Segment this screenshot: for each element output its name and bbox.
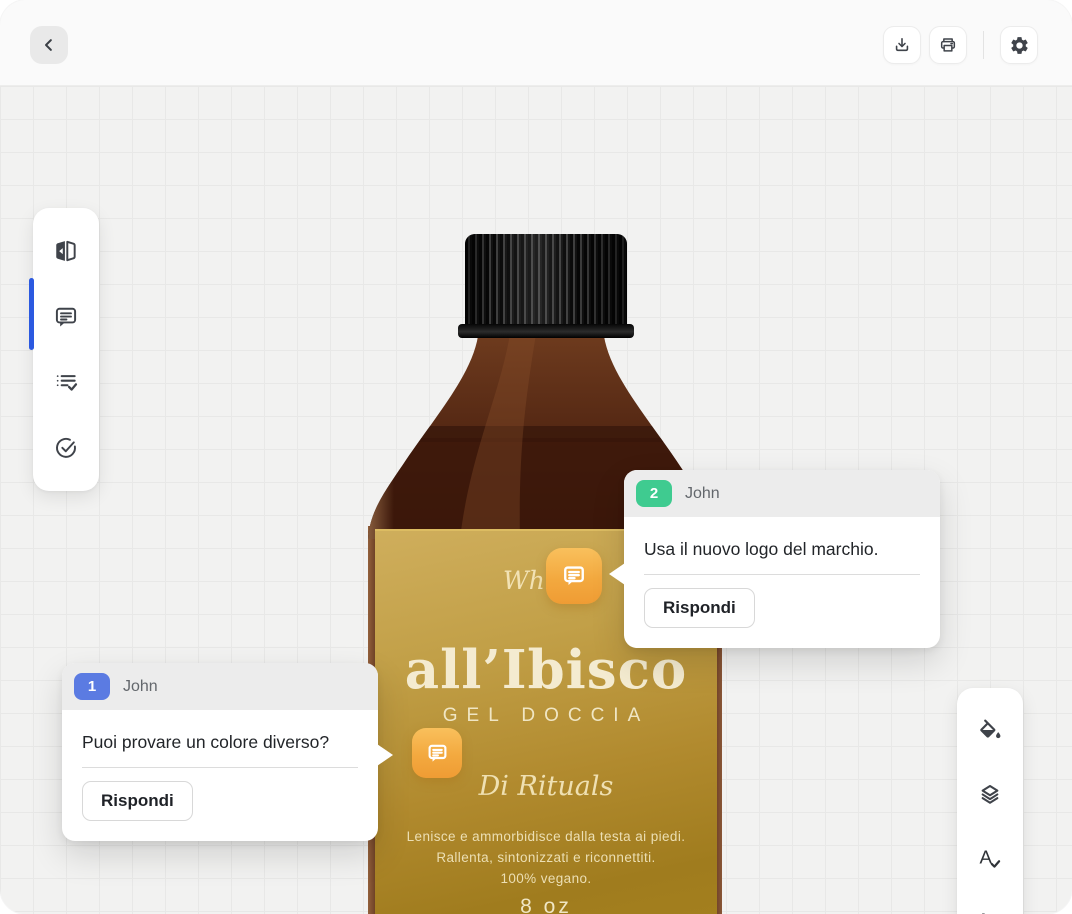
- bottle-cap-ring: [458, 324, 634, 338]
- comment-number-badge: 2: [636, 480, 672, 507]
- download-icon: [892, 35, 912, 55]
- label-subtitle: GEL DOCCIA: [375, 705, 717, 727]
- comment-card-1: 1 John Puoi provare un colore diverso? R…: [62, 663, 378, 841]
- sidebar-item-approve[interactable]: [44, 426, 88, 470]
- back-button[interactable]: [30, 26, 68, 64]
- sidebar-item-comments[interactable]: [44, 295, 88, 339]
- comment-bubble-icon: [424, 740, 451, 767]
- compare-pages-icon: [53, 238, 79, 264]
- spellcheck-icon: A: [976, 844, 1004, 872]
- active-tool-indicator: [29, 278, 34, 350]
- typography-icon-button[interactable]: Aa: [968, 900, 1012, 914]
- reply-button[interactable]: Rispondi: [644, 588, 755, 628]
- comment-text: Puoi provare un colore diverso?: [82, 727, 358, 768]
- label-title: all’Ibisco: [375, 639, 717, 701]
- bottle-cap: [465, 234, 627, 329]
- top-toolbar: [0, 0, 1072, 86]
- toolbar-actions: [883, 26, 1038, 64]
- checklist-icon: [53, 369, 79, 395]
- comment-card-header: 1 John: [62, 663, 378, 710]
- fill-color-icon: [977, 717, 1003, 743]
- comment-card-2: 2 John Usa il nuovo logo del marchio. Ri…: [624, 470, 940, 648]
- design-review-app: Whi all’Ibisco GEL DOCCIA Di Rituals Len…: [0, 0, 1072, 914]
- gear-icon: [1009, 35, 1030, 56]
- spellcheck-letter: A: [980, 846, 993, 867]
- comment-text: Usa il nuovo logo del marchio.: [644, 534, 920, 575]
- reply-button[interactable]: Rispondi: [82, 781, 193, 821]
- comment-number-badge: 1: [74, 673, 110, 700]
- comment-pin-1[interactable]: [412, 728, 462, 778]
- label-description-line: Lenisce e ammorbidisce dalla testa ai pi…: [385, 827, 707, 848]
- print-icon: [938, 35, 958, 55]
- comment-card-header: 2 John: [624, 470, 940, 517]
- layers-icon-button[interactable]: [968, 772, 1012, 816]
- comment-author: John: [685, 485, 720, 503]
- comment-card-body: Puoi provare un colore diverso? Rispondi: [62, 710, 378, 841]
- comment-card-body: Usa il nuovo logo del marchio. Rispondi: [624, 517, 940, 648]
- typography-icon: Aa: [976, 909, 1004, 914]
- sidebar-item-checklist[interactable]: [44, 360, 88, 404]
- download-button[interactable]: [883, 26, 921, 64]
- comment-author: John: [123, 678, 158, 696]
- spellcheck-icon-button[interactable]: A: [968, 836, 1012, 880]
- left-tool-rail: [33, 208, 99, 491]
- design-canvas[interactable]: Whi all’Ibisco GEL DOCCIA Di Rituals Len…: [0, 86, 1072, 914]
- comments-icon: [53, 304, 79, 330]
- layers-icon: [977, 781, 1003, 807]
- toolbar-divider: [983, 31, 984, 59]
- print-button[interactable]: [929, 26, 967, 64]
- settings-button[interactable]: [1000, 26, 1038, 64]
- label-size: 8 oz: [375, 895, 717, 914]
- right-tool-rail: A Aa: [957, 688, 1023, 914]
- label-description-line: 100% vegano.: [385, 869, 707, 890]
- sidebar-item-compare[interactable]: [44, 229, 88, 273]
- fill-color-icon-button[interactable]: [968, 708, 1012, 752]
- chevron-left-icon: [40, 36, 58, 54]
- comment-pin-2[interactable]: [546, 548, 602, 604]
- label-description-line: Rallenta, sintonizzati e riconnettiti.: [385, 848, 707, 869]
- approve-check-icon: [53, 435, 79, 461]
- label-description: Lenisce e ammorbidisce dalla testa ai pi…: [385, 827, 707, 890]
- comment-bubble-icon: [559, 561, 589, 591]
